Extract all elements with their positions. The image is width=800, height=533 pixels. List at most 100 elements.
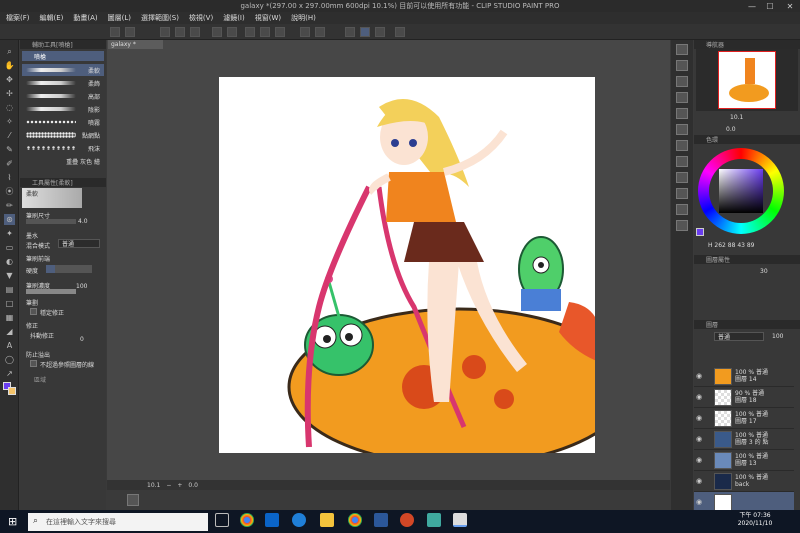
brush-item[interactable]: 重疊 灰色 繪 bbox=[22, 155, 104, 167]
brush-size-slider[interactable] bbox=[26, 219, 76, 224]
marker-tool-icon[interactable]: ✏ bbox=[4, 200, 15, 211]
layer-opacity[interactable]: 100 bbox=[772, 333, 783, 340]
cut-icon[interactable] bbox=[315, 27, 325, 37]
save-icon[interactable] bbox=[160, 27, 170, 37]
eye-icon[interactable]: ◉ bbox=[694, 498, 704, 506]
eyedropper-icon[interactable]: ⁄ bbox=[4, 130, 15, 141]
taskbar-clock[interactable]: 下午 07:36 2020/11/10 bbox=[733, 512, 777, 528]
material-tab-icon[interactable] bbox=[676, 108, 688, 119]
maximize-button[interactable]: ☐ bbox=[762, 0, 778, 12]
canvas-paper[interactable] bbox=[219, 77, 595, 453]
menu-animation[interactable]: 動畫(A) bbox=[73, 13, 97, 23]
material-tab-icon[interactable] bbox=[676, 140, 688, 151]
navigator-tab-icon[interactable] bbox=[676, 44, 688, 55]
file-explorer-icon[interactable] bbox=[320, 513, 334, 527]
material-tab-icon[interactable] bbox=[676, 156, 688, 167]
airbrush-icon[interactable] bbox=[360, 27, 370, 37]
ink-tool-icon[interactable]: ⦿ bbox=[4, 186, 15, 197]
ruler-tool-icon[interactable]: ◢ bbox=[4, 326, 15, 337]
correction-value[interactable]: 0 bbox=[80, 336, 84, 343]
edge-icon[interactable] bbox=[292, 513, 306, 527]
wand-icon[interactable]: ✧ bbox=[4, 116, 15, 127]
hand-icon[interactable]: ✋ bbox=[4, 60, 15, 71]
layer-row[interactable]: ◉ 100 % 普通 back bbox=[694, 471, 794, 492]
balloon-tool-icon[interactable]: ◯ bbox=[4, 354, 15, 365]
pen-tool-icon[interactable]: ✎ bbox=[4, 144, 15, 155]
menu-layer[interactable]: 圖層(L) bbox=[108, 13, 131, 23]
eye-icon[interactable]: ◉ bbox=[694, 456, 704, 464]
frame-tool-icon[interactable]: ▦ bbox=[4, 312, 15, 323]
settings-icon[interactable] bbox=[395, 27, 405, 37]
redo-icon[interactable] bbox=[227, 27, 237, 37]
fill-tool-icon[interactable]: ▼ bbox=[4, 270, 15, 281]
windows-start-icon[interactable]: ⊞ bbox=[8, 515, 17, 528]
gradient-tool-icon[interactable]: ▤ bbox=[4, 284, 15, 295]
app-icon[interactable] bbox=[427, 513, 441, 527]
eye-icon[interactable]: ◉ bbox=[694, 477, 704, 485]
chrome-icon-2[interactable] bbox=[348, 513, 362, 527]
menu-selection[interactable]: 選擇範圍(S) bbox=[141, 13, 179, 23]
zoom-in-icon[interactable]: + bbox=[177, 482, 182, 489]
material-tab-icon[interactable] bbox=[676, 204, 688, 215]
stabilize-checkbox[interactable] bbox=[30, 308, 37, 315]
layer-row[interactable]: ◉ 100 % 普通 圖層 14 bbox=[694, 366, 794, 387]
zoom-icon[interactable]: ⌕ bbox=[4, 46, 15, 57]
move-layer-icon[interactable]: ✢ bbox=[4, 88, 15, 99]
menu-filter[interactable]: 濾鏡(I) bbox=[223, 13, 245, 23]
sub-color-swatch[interactable] bbox=[8, 387, 16, 395]
lasso-icon[interactable]: ◌ bbox=[4, 102, 15, 113]
eye-icon[interactable]: ◉ bbox=[694, 414, 704, 422]
material-tab-icon[interactable] bbox=[676, 172, 688, 183]
undo-icon[interactable] bbox=[212, 27, 222, 37]
hardness-selector[interactable] bbox=[46, 265, 92, 273]
brush-size-value[interactable]: 4.0 bbox=[78, 218, 88, 225]
clear-icon[interactable] bbox=[300, 27, 310, 37]
layer-row[interactable]: ◉ 90 % 普通 圖層 18 bbox=[694, 387, 794, 408]
eye-icon[interactable]: ◉ bbox=[694, 372, 704, 380]
correct-line-icon[interactable]: ↗ bbox=[4, 368, 15, 379]
menu-view[interactable]: 檢視(V) bbox=[189, 13, 213, 23]
new-file-icon[interactable] bbox=[110, 27, 120, 37]
pencil-tool-icon[interactable]: ✐ bbox=[4, 158, 15, 169]
text-tool-icon[interactable]: A bbox=[4, 340, 15, 351]
blend-mode-select[interactable]: 普通 bbox=[58, 239, 100, 248]
eye-icon[interactable]: ◉ bbox=[694, 393, 704, 401]
subtool-group[interactable]: 噴槍 bbox=[22, 51, 104, 61]
timeline-icon[interactable] bbox=[127, 494, 139, 506]
mail-icon[interactable] bbox=[265, 513, 279, 527]
brush-icon[interactable] bbox=[125, 27, 135, 37]
export-icon[interactable] bbox=[190, 27, 200, 37]
fill-icon[interactable] bbox=[275, 27, 285, 37]
material-tab-icon[interactable] bbox=[676, 124, 688, 135]
brush-tool-icon[interactable]: ⌇ bbox=[4, 172, 15, 183]
navigator-angle[interactable]: 0.0 bbox=[726, 126, 736, 133]
powerpoint-icon[interactable] bbox=[400, 513, 414, 527]
chrome-icon[interactable] bbox=[240, 513, 254, 527]
menu-help[interactable]: 說明(H) bbox=[291, 13, 316, 23]
eraser-tool-icon[interactable]: ▭ bbox=[4, 242, 15, 253]
eraser-icon[interactable] bbox=[375, 27, 385, 37]
brush-item[interactable]: 高部 bbox=[22, 90, 104, 102]
eye-icon[interactable]: ◉ bbox=[694, 435, 704, 443]
navigator-zoom[interactable]: 10.1 bbox=[730, 114, 743, 121]
material-tab-icon[interactable] bbox=[676, 92, 688, 103]
no-overflow-checkbox[interactable] bbox=[30, 360, 37, 367]
density-slider[interactable] bbox=[26, 289, 76, 294]
brush-item[interactable]: 噴霧 bbox=[22, 116, 104, 128]
saturation-square[interactable] bbox=[719, 169, 763, 213]
decoration-tool-icon[interactable]: ✦ bbox=[4, 228, 15, 239]
layer-row[interactable]: ◉ 100 % 普通 圖層 17 bbox=[694, 408, 794, 429]
menu-window[interactable]: 視窗(W) bbox=[255, 13, 281, 23]
material-tab-icon[interactable] bbox=[676, 76, 688, 87]
airbrush-tool-icon[interactable]: ⊛ bbox=[4, 214, 15, 225]
document-tab[interactable]: galaxy * bbox=[108, 40, 163, 49]
menu-edit[interactable]: 編輯(E) bbox=[40, 13, 64, 23]
zoom-out-icon[interactable]: − bbox=[166, 482, 171, 489]
material-tab-icon[interactable] bbox=[676, 188, 688, 199]
layer-row[interactable]: ◉ 100 % 普通 圖層 3 的 點 bbox=[694, 429, 794, 450]
minimize-button[interactable]: — bbox=[744, 0, 760, 12]
brush-item-soft[interactable]: 柔軟 bbox=[22, 64, 104, 76]
blend-tool-icon[interactable]: ◐ bbox=[4, 256, 15, 267]
shape-tool-icon[interactable]: □ bbox=[4, 298, 15, 309]
current-color-swatch[interactable] bbox=[696, 228, 704, 236]
